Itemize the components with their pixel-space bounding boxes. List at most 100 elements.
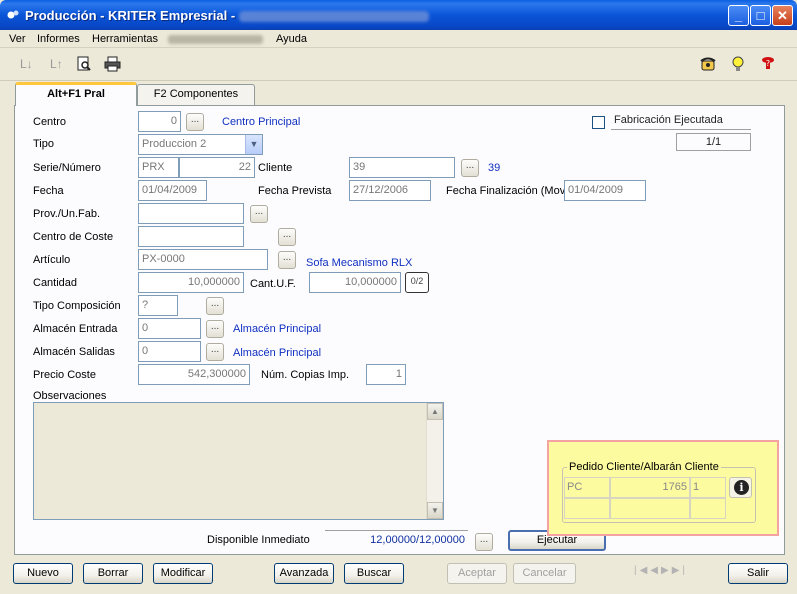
scroll-up-icon[interactable]: ▲ [427,403,443,420]
window-title: Producción - KRITER Empresrial - [25,8,430,23]
tab-principal[interactable]: Alt+F1 Pral [15,82,137,106]
prov-field[interactable] [138,203,244,224]
app-icon [7,10,19,19]
centro-field[interactable]: 0 [138,111,181,132]
fecha-prevista-label: Fecha Prevista [258,185,332,197]
articulo-field[interactable]: PX-0000 [138,249,268,270]
minimize-button[interactable]: _ [728,5,749,26]
almacen-entrada-field[interactable]: 0 [138,318,201,339]
record-navigation[interactable]: |◀◀▶▶| [634,565,696,584]
svg-text:?: ? [766,59,770,68]
albaran-linea-field[interactable] [690,498,726,519]
almacen-entrada-name: Almacén Principal [233,323,322,335]
modificar-button[interactable]: Modificar [153,563,213,584]
salir-button[interactable]: Salir [728,563,788,584]
menu-ver[interactable]: Ver [9,33,26,45]
almacen-salidas-label: Almacén Salidas [33,346,115,358]
prev-record-icon[interactable]: ◀ [650,565,661,576]
fecha-fin-label: Fecha Finalización (Mov. [446,185,568,197]
articulo-lookup-button[interactable]: ... [278,251,296,269]
centro-coste-label: Centro de Coste [33,231,114,243]
avanzada-button[interactable]: Avanzada [274,563,334,584]
copias-label: Núm. Copias Imp. [261,369,350,381]
pedido-info-button[interactable]: i [729,477,752,498]
fecha-field[interactable]: 01/04/2009 [138,180,207,201]
prov-lookup-button[interactable]: ... [250,205,268,223]
tipo-composicion-lookup-button[interactable]: ... [206,297,224,315]
cantidad-label: Cantidad [33,277,78,289]
observaciones-textarea[interactable]: ▲ ▼ [33,402,444,520]
help-icon[interactable]: ? [759,56,777,72]
centro-coste-lookup-button[interactable]: ... [278,228,296,246]
pedido-linea-field[interactable]: 1 [690,477,726,498]
almacen-salidas-name: Almacén Principal [233,347,322,359]
albaran-serie-field[interactable] [564,498,610,519]
page-counter: 1/1 [676,133,751,151]
buscar-button[interactable]: Buscar [344,563,404,584]
fabricacion-label: Fabricación Ejecutada [611,113,751,130]
centro-name: Centro Principal [222,116,301,128]
centro-lookup-button[interactable]: ... [186,113,204,131]
observaciones-scrollbar[interactable]: ▲ ▼ [426,403,443,519]
printer-icon[interactable] [104,56,121,72]
chevron-down-icon[interactable]: ▼ [245,135,262,154]
close-button[interactable]: ✕ [772,5,793,26]
sort-desc-icon[interactable]: L↓ [20,57,33,71]
centro-coste-field[interactable] [138,226,244,247]
cliente-name: 39 [488,162,501,174]
pedido-numero-field[interactable]: 1765 [610,477,690,498]
pedido-title: Pedido Cliente/Albarán Cliente [567,461,721,473]
articulo-label: Artículo [33,254,71,266]
numero-field[interactable]: 22 [179,157,255,178]
cantidad-field[interactable]: 10,000000 [138,272,244,293]
menu-informes[interactable]: Informes [37,33,80,45]
almacen-entrada-lookup-button[interactable]: ... [206,320,224,338]
pedido-serie-field[interactable]: PC [564,477,610,498]
almacen-salidas-field[interactable]: 0 [138,341,201,362]
menu-blurred[interactable] [168,35,263,44]
disponible-label: Disponible Inmediato [207,534,310,546]
serie-label: Serie/Número [33,162,101,174]
menu-herramientas[interactable]: Herramientas [92,33,158,45]
cant-uf-field[interactable]: 10,000000 [309,272,401,293]
almacen-entrada-label: Almacén Entrada [33,323,118,335]
unit-convert-icon[interactable]: 0/2 [405,272,429,293]
cancelar-button[interactable]: Cancelar [513,563,576,584]
disponible-lookup-button[interactable]: ... [475,533,493,551]
sort-asc-icon[interactable]: L↑ [50,57,63,71]
phone-icon[interactable] [700,56,716,72]
tipo-composicion-field[interactable]: ? [138,295,178,316]
fecha-fin-field[interactable]: 01/04/2009 [564,180,646,201]
print-preview-icon[interactable] [76,56,92,72]
nuevo-button[interactable]: Nuevo [13,563,73,584]
albaran-numero-field[interactable] [610,498,690,519]
prov-label: Prov./Un.Fab. [33,208,101,220]
cant-uf-label: Cant.U.F. [250,278,296,290]
first-record-icon[interactable]: |◀ [634,565,650,576]
lightbulb-icon[interactable] [730,55,746,73]
fecha-prevista-field[interactable]: 27/12/2006 [349,180,431,201]
tipo-composicion-label: Tipo Composición [33,300,121,312]
fabricacion-checkbox[interactable] [592,116,605,129]
copias-field[interactable]: 1 [366,364,406,385]
cliente-label: Cliente [258,162,293,174]
tipo-label: Tipo [33,138,54,150]
serie-field[interactable]: PRX [138,157,179,178]
tab-componentes[interactable]: F2 Componentes [137,84,255,105]
toolbar: L↓ L↑ ? [0,49,797,81]
centro-label: Centro [33,116,67,128]
last-record-icon[interactable]: ▶| [672,565,688,576]
tipo-select[interactable]: Produccion 2 ▼ [138,134,263,155]
aceptar-button[interactable]: Aceptar [447,563,507,584]
menu-bar: Ver Informes Herramientas Ayuda [0,30,797,48]
maximize-button[interactable]: □ [750,5,771,26]
cliente-lookup-button[interactable]: ... [461,159,479,177]
menu-ayuda[interactable]: Ayuda [276,33,307,45]
cliente-field[interactable]: 39 [349,157,455,178]
next-record-icon[interactable]: ▶ [661,565,672,576]
borrar-button[interactable]: Borrar [83,563,143,584]
almacen-salidas-lookup-button[interactable]: ... [206,343,224,361]
precio-coste-field[interactable]: 542,300000 [138,364,250,385]
title-bar[interactable]: Producción - KRITER Empresrial - _ □ ✕ [0,0,797,30]
scroll-down-icon[interactable]: ▼ [427,502,443,519]
